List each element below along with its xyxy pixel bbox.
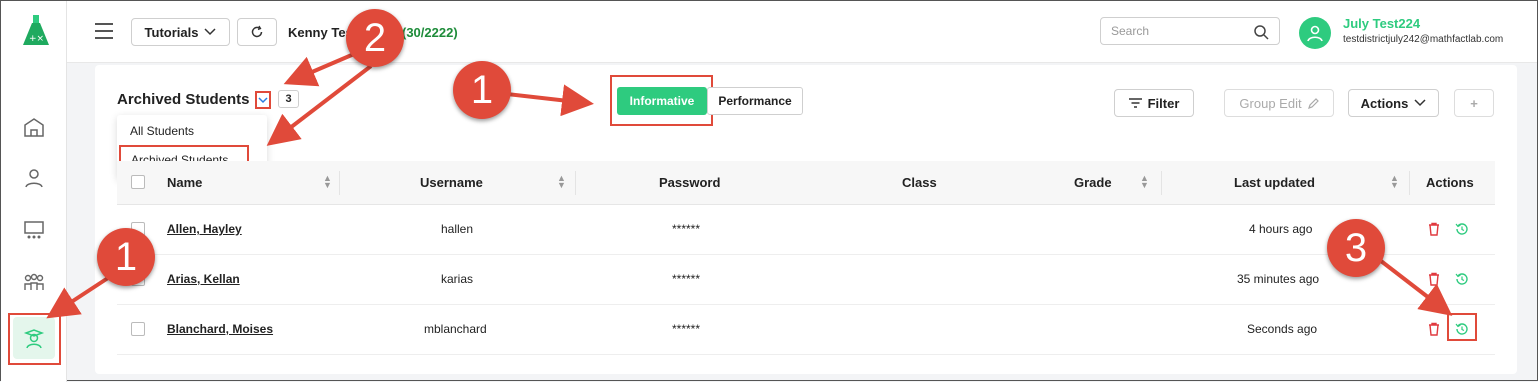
col-last-updated[interactable]: Last updated (1234, 175, 1315, 190)
select-all-checkbox[interactable] (131, 175, 145, 189)
sidebar-item-school[interactable] (13, 106, 55, 148)
annotation-box (8, 313, 61, 365)
refresh-icon (251, 25, 263, 38)
sort-icon[interactable]: ▲ ▼ (323, 174, 332, 190)
trash-icon[interactable] (1427, 322, 1441, 336)
add-student-button[interactable]: + (1454, 89, 1494, 117)
column-divider (339, 171, 340, 195)
group-icon (24, 273, 44, 290)
sidebar-item-groups[interactable] (13, 261, 55, 303)
pencil-icon (1307, 97, 1319, 109)
classroom-icon (24, 221, 44, 239)
sidebar-item-admin[interactable] (13, 157, 55, 199)
last-updated-cell: 4 hours ago (1249, 222, 1313, 236)
col-grade[interactable]: Grade (1074, 175, 1112, 190)
column-divider (575, 171, 576, 195)
annotation-box (1447, 313, 1477, 341)
callout-number: 3 (1327, 219, 1385, 277)
refresh-button[interactable] (237, 18, 277, 46)
avatar-icon (1307, 25, 1323, 42)
filter-button[interactable]: Filter (1114, 89, 1194, 117)
tutorials-label: Tutorials (144, 24, 199, 40)
restore-icon[interactable] (1455, 222, 1469, 236)
group-edit-label: Group Edit (1239, 95, 1302, 111)
svg-text:+×: +× (29, 34, 44, 44)
tab-informative[interactable]: Informative (617, 87, 707, 115)
sort-icon[interactable]: ▲ ▼ (557, 174, 566, 190)
student-name-link[interactable]: Arias, Kellan (167, 272, 240, 286)
avatar[interactable] (1299, 17, 1331, 49)
callout-number: 1 (453, 61, 511, 119)
page-title: Archived Students (117, 91, 250, 108)
license-count: (30/2222) (402, 25, 458, 40)
username-cell: karias (441, 272, 474, 286)
gear-user-icon (25, 169, 43, 188)
col-username[interactable]: Username (420, 175, 483, 190)
actions-dropdown[interactable]: Actions (1348, 89, 1439, 117)
students-card: Archived Students 3 All Students Archive… (95, 65, 1517, 374)
user-email: testdistrictjuly242@mathfactlab.com (1343, 34, 1504, 45)
trash-icon[interactable] (1427, 222, 1441, 236)
tutorials-dropdown[interactable]: Tutorials (131, 18, 230, 46)
student-name-link[interactable]: Allen, Hayley (167, 222, 242, 236)
col-name[interactable]: Name (167, 175, 202, 190)
filter-label: Filter (1147, 95, 1180, 111)
user-name: July Test224 (1343, 16, 1421, 31)
view-select-toggle[interactable] (255, 91, 271, 109)
username-cell: mblanchard (424, 322, 487, 336)
row-checkbox[interactable] (131, 322, 145, 336)
table-header: Name ▲ ▼ Username ▲ ▼ Password Class Grade… (117, 161, 1495, 205)
table-row: Allen, Hayley hallen ****** 4 hours ago (117, 205, 1495, 255)
dropdown-option-all[interactable]: All Students (130, 124, 194, 138)
chevron-down-icon (1414, 99, 1426, 107)
chevron-down-icon (204, 28, 216, 36)
search-icon[interactable] (1253, 24, 1269, 40)
table-row: Blanchard, Moises mblanchard ****** Seco… (117, 305, 1495, 355)
top-bar: Tutorials Kenny Test (30/2222) Search Ju… (67, 1, 1537, 63)
search-placeholder: Search (1111, 24, 1150, 38)
hamburger-icon[interactable] (95, 23, 113, 39)
student-name-link[interactable]: Blanchard, Moises (167, 322, 273, 336)
column-divider (1161, 171, 1162, 195)
col-class: Class (902, 175, 937, 190)
column-divider (1409, 171, 1410, 195)
callout-number: 2 (346, 9, 404, 67)
group-edit-button[interactable]: Group Edit (1224, 89, 1334, 117)
username-cell: hallen (441, 222, 474, 236)
sort-icon[interactable]: ▲ ▼ (1140, 174, 1149, 190)
last-updated-cell: Seconds ago (1247, 322, 1318, 336)
trash-icon[interactable] (1427, 272, 1441, 286)
school-icon (24, 118, 44, 137)
sidebar-item-classes[interactable] (13, 209, 55, 251)
search-input[interactable]: Search (1100, 17, 1280, 45)
logo-icon[interactable]: +× (23, 15, 49, 47)
tab-performance[interactable]: Performance (707, 87, 803, 115)
table-row: Arias, Kellan karias ****** 35 minutes a… (117, 255, 1495, 305)
last-updated-cell: 35 minutes ago (1237, 272, 1320, 286)
actions-label: Actions (1360, 95, 1409, 111)
student-count-badge: 3 (278, 90, 299, 108)
col-password: Password (659, 175, 721, 190)
password-cell: ****** (672, 322, 701, 336)
col-actions: Actions (1426, 175, 1474, 190)
password-cell: ****** (672, 222, 701, 236)
chevron-down-icon (258, 96, 268, 103)
restore-icon[interactable] (1455, 272, 1469, 286)
filter-icon (1128, 98, 1142, 108)
callout-number: 1 (97, 228, 155, 286)
sort-icon[interactable]: ▲ ▼ (1390, 174, 1399, 190)
password-cell: ****** (672, 272, 701, 286)
